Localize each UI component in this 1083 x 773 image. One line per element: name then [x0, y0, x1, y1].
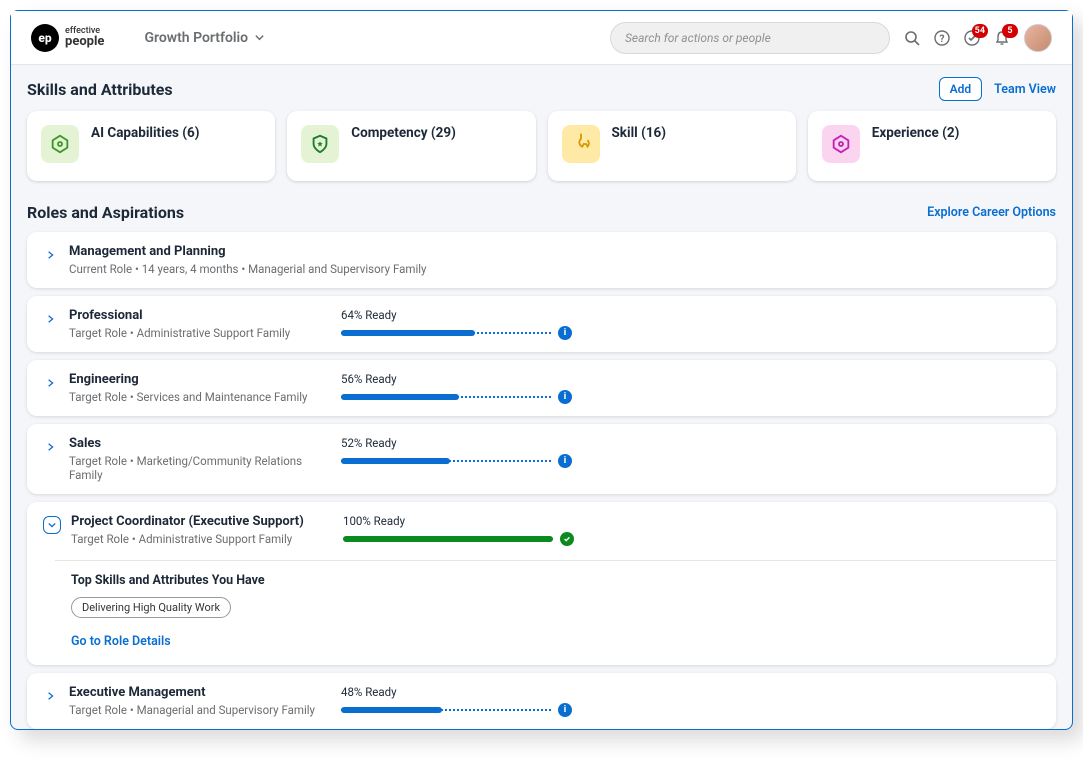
- nav-dropdown[interactable]: Growth Portfolio: [144, 30, 265, 46]
- info-icon[interactable]: i: [558, 703, 572, 717]
- expand-chevron[interactable]: [43, 688, 59, 704]
- card-experience[interactable]: Experience (2): [808, 111, 1056, 181]
- nav-label: Growth Portfolio: [144, 30, 248, 46]
- bell-icon[interactable]: 5: [994, 30, 1010, 46]
- card-competency[interactable]: Competency (29): [287, 111, 535, 181]
- wrench-icon: [562, 125, 600, 163]
- role-row: Engineering Target Role • Services and M…: [27, 360, 1056, 416]
- chevron-down-icon: [254, 32, 265, 43]
- info-icon[interactable]: i: [558, 326, 572, 340]
- search-box[interactable]: [610, 22, 890, 54]
- role-row: Sales Target Role • Marketing/Community …: [27, 424, 1056, 494]
- expand-chevron[interactable]: [43, 439, 59, 455]
- skills-title: Skills and Attributes: [27, 80, 173, 99]
- hexagon-icon: [41, 125, 79, 163]
- search-icon-button[interactable]: [904, 30, 920, 46]
- role-row: Professional Target Role • Administrativ…: [27, 296, 1056, 352]
- add-button[interactable]: Add: [939, 77, 983, 101]
- top-skills-label: Top Skills and Attributes You Have: [71, 573, 1040, 588]
- role-row: Executive Management Target Role • Manag…: [27, 673, 1056, 729]
- role-row: Management and Planning Current Role • 1…: [27, 232, 1056, 288]
- tasks-icon[interactable]: 54: [964, 30, 980, 46]
- hexagon-icon: [822, 125, 860, 163]
- expand-chevron[interactable]: [43, 247, 59, 263]
- tasks-badge: 54: [972, 24, 988, 38]
- bell-badge: 5: [1002, 24, 1018, 38]
- role-row-expanded: Project Coordinator (Executive Support) …: [27, 502, 1056, 665]
- roles-title: Roles and Aspirations: [27, 203, 184, 222]
- check-icon: [560, 532, 574, 546]
- help-icon[interactable]: ?: [934, 30, 950, 46]
- expand-chevron[interactable]: [43, 375, 59, 391]
- shield-icon: [301, 125, 339, 163]
- explore-careers-link[interactable]: Explore Career Options: [927, 205, 1056, 220]
- svg-text:?: ?: [940, 34, 945, 45]
- collapse-chevron[interactable]: [43, 516, 61, 534]
- card-skill[interactable]: Skill (16): [548, 111, 796, 181]
- team-view-link[interactable]: Team View: [994, 82, 1056, 97]
- avatar[interactable]: [1024, 24, 1052, 52]
- info-icon[interactable]: i: [558, 454, 572, 468]
- role-details-link[interactable]: Go to Role Details: [71, 634, 171, 649]
- card-ai-capabilities[interactable]: AI Capabilities (6): [27, 111, 275, 181]
- header-bar: ep effectivepeople Growth Portfolio ? 54…: [11, 11, 1072, 65]
- skill-chip[interactable]: Delivering High Quality Work: [71, 597, 231, 618]
- search-input[interactable]: [625, 31, 875, 45]
- logo[interactable]: ep effectivepeople: [31, 24, 104, 52]
- expand-chevron[interactable]: [43, 311, 59, 327]
- info-icon[interactable]: i: [558, 390, 572, 404]
